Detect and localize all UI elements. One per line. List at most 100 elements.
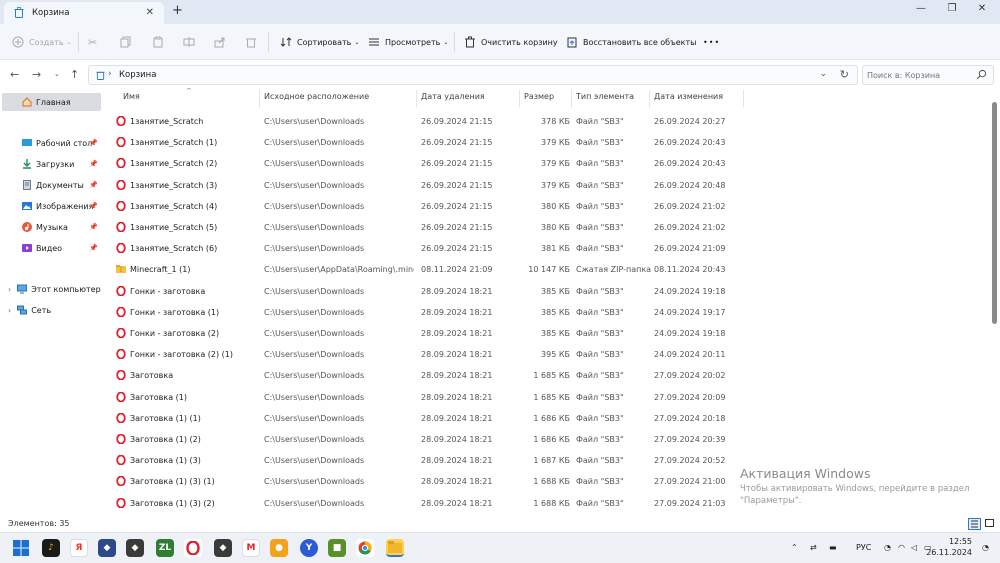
chevron-right-icon[interactable]: › — [8, 285, 11, 294]
column-header-modified[interactable]: Дата изменения — [654, 92, 723, 101]
column-divider[interactable] — [519, 90, 520, 108]
table-row[interactable]: Заготовка (1) C:\Users\user\Downloads 28.0… — [110, 387, 750, 408]
address-dropdown-icon[interactable]: ⌄ — [819, 69, 827, 79]
column-divider[interactable] — [259, 90, 260, 108]
notifications-icon[interactable]: ◔ — [982, 543, 989, 552]
table-row[interactable]: 1занятие_Scratch (3) C:\Users\user\Downlo… — [110, 175, 750, 196]
column-header-location[interactable]: Исходное расположение — [264, 92, 369, 101]
table-row[interactable]: Заготовка C:\Users\user\Downloads 28.09.20… — [110, 365, 750, 386]
pin-icon[interactable]: 📌 — [89, 244, 98, 252]
table-row[interactable]: Заготовка (1) (2) C:\Users\user\Downloads… — [110, 429, 750, 450]
restore-all-button[interactable]: Восстановить все объекты — [566, 34, 697, 50]
sidebar-item-video[interactable]: Видео 📌 — [0, 239, 104, 257]
table-row[interactable]: Гонки - заготовка C:\Users\user\Downloads… — [110, 281, 750, 302]
clock[interactable]: 12:55 26.11.2024 — [926, 536, 972, 558]
column-divider[interactable] — [649, 90, 650, 108]
sort-button[interactable]: Сортировать ⌄ — [280, 34, 359, 50]
column-divider[interactable] — [743, 90, 744, 108]
game-icon[interactable]: ● — [270, 539, 288, 557]
table-row[interactable]: 1занятие_Scratch (5) C:\Users\user\Downlo… — [110, 217, 750, 238]
column-header-name[interactable]: Имя — [123, 92, 140, 101]
sidebar-item-home[interactable]: Главная — [2, 93, 101, 111]
tiles-view-button[interactable] — [984, 518, 997, 530]
maximize-button[interactable]: ❐ — [937, 3, 967, 19]
address-bar[interactable]: › Корзина ⌄ ↻ — [88, 65, 858, 85]
table-row[interactable]: 1занятие_Scratch (4) C:\Users\user\Downlo… — [110, 196, 750, 217]
column-header-size[interactable]: Размер — [524, 92, 554, 101]
column-header-deleted[interactable]: Дата удаления — [421, 92, 485, 101]
language-indicator[interactable]: РУС — [856, 543, 871, 552]
table-row[interactable]: 1занятие_Scratch C:\Users\user\Downloads 2… — [110, 111, 750, 132]
table-row[interactable]: Minecraft_1 (1) C:\Users\user\AppData\Roa… — [110, 259, 750, 280]
refresh-icon[interactable]: ↻ — [840, 68, 849, 81]
paste-button[interactable] — [152, 34, 169, 50]
volume-icon[interactable]: ◁ — [911, 543, 917, 552]
table-row[interactable]: Заготовка (1) (1) C:\Users\user\Downloads… — [110, 408, 750, 429]
sidebar-item-documents[interactable]: Документы 📌 — [0, 176, 104, 194]
minimize-button[interactable]: — — [906, 3, 936, 19]
tray-app-icon[interactable]: ▬ — [829, 543, 837, 552]
search-icon[interactable] — [976, 69, 987, 80]
tab-recycle-bin[interactable]: Корзина ✕ — [4, 2, 164, 24]
more-options-button[interactable]: ••• — [703, 34, 720, 50]
table-row[interactable]: Гонки - заготовка (2) C:\Users\user\Downl… — [110, 323, 750, 344]
file-explorer-icon[interactable] — [386, 539, 404, 557]
pin-icon[interactable]: 📌 — [89, 223, 98, 231]
table-row[interactable]: Гонки - заготовка (1) C:\Users\user\Downl… — [110, 302, 750, 323]
back-arrow-icon[interactable]: ← — [10, 68, 19, 81]
steam-like-icon[interactable]: ◆ — [214, 539, 232, 557]
tray-app-icon[interactable]: ⇄ — [810, 543, 817, 552]
sidebar-item-this-pc[interactable]: › Этот компьютер — [0, 280, 104, 298]
sidebar-item-network[interactable]: › Сеть — [0, 301, 104, 319]
yandex-music-icon[interactable]: ♪ — [42, 539, 60, 557]
share-button[interactable] — [214, 34, 231, 50]
microphone-icon[interactable]: ◔ — [884, 543, 891, 552]
search-box[interactable] — [862, 65, 994, 85]
sidebar-item-desktop[interactable]: Рабочий стол 📌 — [0, 134, 104, 152]
start-icon[interactable] — [12, 539, 30, 557]
sidebar-item-music[interactable]: Музыка 📌 — [0, 218, 104, 236]
forward-arrow-icon[interactable]: → — [32, 68, 41, 81]
pin-icon[interactable]: 📌 — [89, 202, 98, 210]
y-app-icon[interactable]: Y — [300, 539, 318, 557]
column-divider[interactable] — [571, 90, 572, 108]
chevron-right-icon[interactable]: › — [8, 306, 11, 315]
pin-icon[interactable]: 📌 — [89, 139, 98, 147]
details-view-button[interactable] — [968, 518, 981, 530]
sidebar-item-downloads[interactable]: Загрузки 📌 — [0, 155, 104, 173]
search-input[interactable] — [867, 71, 967, 80]
create-button[interactable]: Создать ⌄ — [12, 34, 72, 50]
m-app-icon[interactable]: M — [242, 539, 260, 557]
rename-button[interactable] — [183, 34, 200, 50]
table-row[interactable]: Гонки - заготовка (2) (1) C:\Users\user\D… — [110, 344, 750, 365]
view-button[interactable]: Просмотреть ⌄ — [368, 34, 448, 50]
column-divider[interactable] — [416, 90, 417, 108]
pin-icon[interactable]: 📌 — [89, 181, 98, 189]
table-row[interactable]: Заготовка (1) (3) C:\Users\user\Downloads… — [110, 450, 750, 471]
opera-icon[interactable] — [184, 539, 202, 557]
table-row[interactable]: Заготовка (1) (3) (1) C:\Users\user\Downl… — [110, 471, 750, 492]
new-tab-button[interactable]: + — [172, 3, 183, 18]
table-row[interactable]: 1занятие_Scratch (6) C:\Users\user\Downlo… — [110, 238, 750, 259]
tab-close-icon[interactable]: ✕ — [146, 7, 154, 18]
close-button[interactable]: ✕ — [967, 3, 997, 19]
wifi-icon[interactable]: ◠ — [898, 543, 905, 552]
copy-button[interactable] — [120, 34, 137, 50]
shield-app-icon[interactable]: ◆ — [126, 539, 144, 557]
tray-overflow-icon[interactable]: ⌃ — [791, 543, 798, 552]
cut-button[interactable]: ✂ — [88, 34, 105, 50]
zl-app-icon[interactable]: ZL — [156, 539, 174, 557]
breadcrumb[interactable]: Корзина — [119, 70, 156, 80]
column-header-type[interactable]: Тип элемента — [576, 92, 634, 101]
scrollbar-thumb[interactable] — [992, 102, 997, 324]
chrome-icon[interactable] — [356, 539, 374, 557]
recent-chevron-icon[interactable]: ⌄ — [54, 70, 60, 78]
table-row[interactable]: 1занятие_Scratch (1) C:\Users\user\Downlo… — [110, 132, 750, 153]
yandex-browser-icon[interactable]: Я — [70, 539, 88, 557]
up-arrow-icon[interactable]: ↑ — [70, 68, 79, 81]
vpn-shield-icon[interactable]: ◆ — [98, 539, 116, 557]
table-row[interactable]: 1занятие_Scratch (2) C:\Users\user\Downlo… — [110, 153, 750, 174]
table-row[interactable]: Заготовка (1) (3) (2) C:\Users\user\Downl… — [110, 493, 750, 514]
empty-recycle-bin-button[interactable]: Очистить корзину — [464, 34, 558, 50]
pin-icon[interactable]: 📌 — [89, 160, 98, 168]
